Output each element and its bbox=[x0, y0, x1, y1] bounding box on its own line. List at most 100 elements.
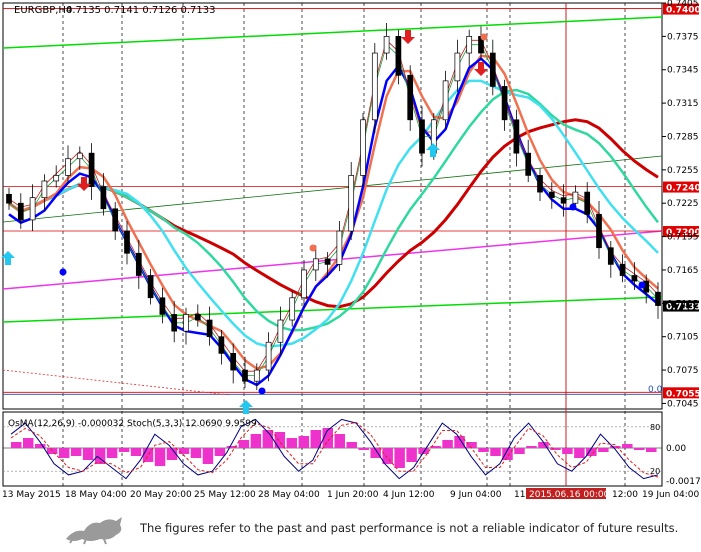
candle-body bbox=[619, 264, 626, 276]
osma-bar bbox=[514, 448, 525, 454]
osma-bar bbox=[154, 448, 166, 466]
y-tick-label: 0.7075 bbox=[667, 366, 699, 376]
candle-body bbox=[53, 175, 60, 182]
osma-bar bbox=[46, 448, 58, 454]
candle-body bbox=[419, 119, 425, 154]
candle-body bbox=[607, 247, 614, 265]
osma-bar bbox=[526, 446, 537, 448]
candle-body bbox=[159, 297, 166, 315]
osma-bar bbox=[214, 448, 226, 456]
candle-body bbox=[383, 36, 390, 54]
candle-body bbox=[395, 36, 402, 76]
candle-body bbox=[584, 191, 591, 215]
price-level-label: 0.7240 bbox=[666, 184, 701, 194]
osma-bar bbox=[598, 448, 609, 452]
x-tick-label: 4 Jun 12:00 bbox=[383, 490, 435, 500]
osma-bar bbox=[406, 448, 417, 462]
candle-body bbox=[265, 341, 272, 371]
candle-body bbox=[183, 314, 189, 332]
signal-dot bbox=[480, 33, 488, 41]
candle-body bbox=[147, 275, 154, 299]
y-tick-label: 0.7225 bbox=[667, 199, 699, 209]
y-tick-label: 0.7345 bbox=[667, 66, 699, 76]
candle-body bbox=[466, 36, 473, 54]
candle-body bbox=[76, 152, 83, 160]
candle-body bbox=[525, 152, 532, 176]
candle-body bbox=[65, 158, 71, 176]
candle-body bbox=[348, 175, 355, 232]
y-tick-label: 0.7135 bbox=[667, 299, 699, 309]
stoch-level-label: 20 bbox=[650, 467, 660, 476]
osma-bar bbox=[298, 436, 310, 448]
y-tick-label: 0.7165 bbox=[667, 266, 699, 276]
osma-bar bbox=[646, 448, 657, 452]
y-tick-label: 0.7105 bbox=[667, 333, 699, 343]
candle-body bbox=[596, 213, 602, 249]
x-tick-label: 11 bbox=[514, 490, 525, 500]
signal-dot bbox=[258, 387, 266, 395]
candle-body bbox=[312, 258, 319, 271]
candle-body bbox=[194, 314, 201, 321]
osma-bar bbox=[250, 434, 262, 448]
osma-bar bbox=[238, 440, 250, 448]
osma-bar bbox=[346, 442, 357, 448]
candle-body bbox=[29, 197, 36, 221]
osma-bar bbox=[466, 442, 477, 448]
osma-bar bbox=[310, 430, 322, 448]
osma-bar bbox=[394, 448, 405, 468]
osma-bar bbox=[442, 440, 453, 448]
candle-body bbox=[548, 191, 555, 199]
candle-body bbox=[489, 52, 496, 87]
candle-body bbox=[572, 191, 579, 204]
candle-body bbox=[324, 258, 331, 265]
x-tick-label: 25 May 12:00 bbox=[194, 490, 256, 500]
osma-bar bbox=[490, 448, 501, 456]
osc-tick-label: 0.00 bbox=[666, 444, 686, 454]
osma-bar bbox=[190, 448, 202, 458]
candle-body bbox=[442, 80, 449, 121]
osma-bar bbox=[58, 448, 70, 458]
x-tick-label: 1 Jun 20:00 bbox=[327, 490, 379, 500]
osma-bar bbox=[70, 448, 82, 456]
osma-bar bbox=[574, 448, 585, 458]
osma-bar bbox=[550, 448, 561, 450]
candle-body bbox=[253, 369, 260, 382]
candle-body bbox=[41, 180, 48, 199]
price-level-label: 0.7055 bbox=[666, 389, 701, 399]
x-tick-label: 20 May 20:00 bbox=[130, 490, 192, 500]
osma-bar bbox=[130, 448, 142, 456]
osma-bar bbox=[274, 432, 286, 448]
x-tick-label: 9 Jun 04:00 bbox=[450, 490, 502, 500]
x-tick-label: 28 May 04:00 bbox=[258, 490, 320, 500]
candle-body bbox=[301, 269, 307, 299]
osma-bar bbox=[82, 448, 94, 460]
candle-body bbox=[631, 275, 638, 282]
candle-body bbox=[454, 52, 461, 82]
candle-body bbox=[277, 319, 284, 343]
osma-bar bbox=[106, 448, 118, 458]
y-tick-label: 0.7375 bbox=[667, 32, 699, 42]
osma-bar bbox=[418, 448, 429, 454]
candle-body bbox=[88, 152, 95, 187]
osma-bar bbox=[11, 442, 22, 448]
oscillator-label: OsMA(12,26,9) -0.000032 Stoch(5,3,3) 12.… bbox=[8, 419, 257, 429]
x-tick-label: 19 Jun 04:00 bbox=[642, 490, 699, 500]
candle-body bbox=[218, 336, 225, 354]
osma-bar bbox=[382, 448, 393, 464]
signal-dot bbox=[638, 281, 646, 289]
y-tick-label: 0.7045 bbox=[667, 399, 699, 409]
disclaimer-text: The figures refer to the past and past p… bbox=[140, 521, 679, 535]
y-tick-label: 0.7195 bbox=[667, 233, 699, 243]
osma-bar bbox=[562, 448, 573, 454]
candle-body bbox=[124, 230, 130, 254]
signal-dot bbox=[309, 244, 317, 252]
candle-body bbox=[289, 297, 296, 321]
signal-dot bbox=[59, 268, 67, 276]
y-tick-label: 0.7315 bbox=[667, 99, 699, 109]
candle-body bbox=[6, 193, 12, 204]
candle-body bbox=[560, 197, 567, 204]
cursor-time-label: 2015.06.16 00:00 bbox=[529, 490, 610, 500]
chart: 0.74000.72400.72000.70550.7133 0.00-0.00… bbox=[0, 0, 701, 505]
y-tick-label: 0.7255 bbox=[667, 166, 699, 176]
x-tick-label: 13 May 2015 bbox=[2, 490, 61, 500]
